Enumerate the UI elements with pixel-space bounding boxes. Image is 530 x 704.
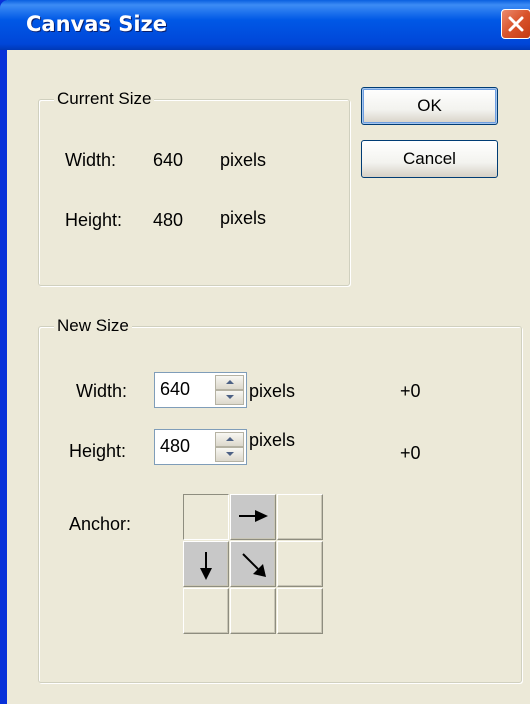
new-width-stepper[interactable]: 640	[154, 372, 247, 408]
current-width-unit: pixels	[220, 150, 267, 170]
new-height-stepper[interactable]: 480	[154, 429, 247, 465]
down-arrow-icon	[226, 395, 234, 399]
down-arrow-icon	[226, 452, 234, 456]
new-height-label: Height:	[69, 441, 127, 461]
down-right-arrow-icon	[242, 553, 266, 577]
anchor-middle-center[interactable]	[230, 541, 276, 587]
current-size-group	[38, 99, 350, 286]
anchor-bottom-left[interactable]	[183, 588, 229, 634]
anchor-top-right[interactable]	[277, 494, 323, 540]
current-width-value: 640	[153, 150, 184, 170]
new-height-input[interactable]: 480	[160, 436, 190, 457]
height-increment-button[interactable]	[215, 432, 244, 447]
down-arrow-icon	[200, 552, 212, 580]
new-height-unit: pixels	[249, 430, 296, 450]
width-decrement-button[interactable]	[215, 390, 244, 405]
anchor-middle-right[interactable]	[277, 541, 323, 587]
dialog-title: Canvas Size	[26, 12, 167, 36]
anchor-top-center[interactable]	[230, 494, 276, 540]
new-width-label: Width:	[76, 381, 128, 401]
current-height-unit: pixels	[220, 208, 267, 228]
new-size-legend: New Size	[54, 316, 132, 336]
current-height-label: Height:	[65, 210, 123, 230]
height-decrement-button[interactable]	[215, 447, 244, 462]
new-width-input[interactable]: 640	[160, 379, 190, 400]
right-arrow-icon	[239, 510, 268, 522]
cancel-button[interactable]: Cancel	[361, 140, 498, 178]
anchor-top-left[interactable]	[183, 494, 229, 540]
up-arrow-icon	[226, 380, 234, 384]
width-increment-button[interactable]	[215, 375, 244, 390]
anchor-middle-left[interactable]	[183, 541, 229, 587]
anchor-label: Anchor:	[69, 514, 132, 534]
canvas-size-dialog: Canvas Size Current Size Width: 640 pixe…	[0, 0, 530, 704]
current-size-legend: Current Size	[54, 89, 155, 109]
new-width-unit: pixels	[249, 381, 296, 401]
close-icon	[508, 16, 524, 32]
close-button[interactable]	[501, 9, 530, 39]
current-width-label: Width:	[65, 150, 117, 170]
new-height-delta: +0	[400, 443, 421, 463]
anchor-bottom-right[interactable]	[277, 588, 323, 634]
ok-button[interactable]: OK	[361, 87, 498, 125]
current-height-value: 480	[153, 210, 184, 230]
title-bar[interactable]: Canvas Size	[0, 0, 530, 50]
anchor-bottom-center[interactable]	[230, 588, 276, 634]
new-width-delta: +0	[400, 381, 421, 401]
up-arrow-icon	[226, 437, 234, 441]
